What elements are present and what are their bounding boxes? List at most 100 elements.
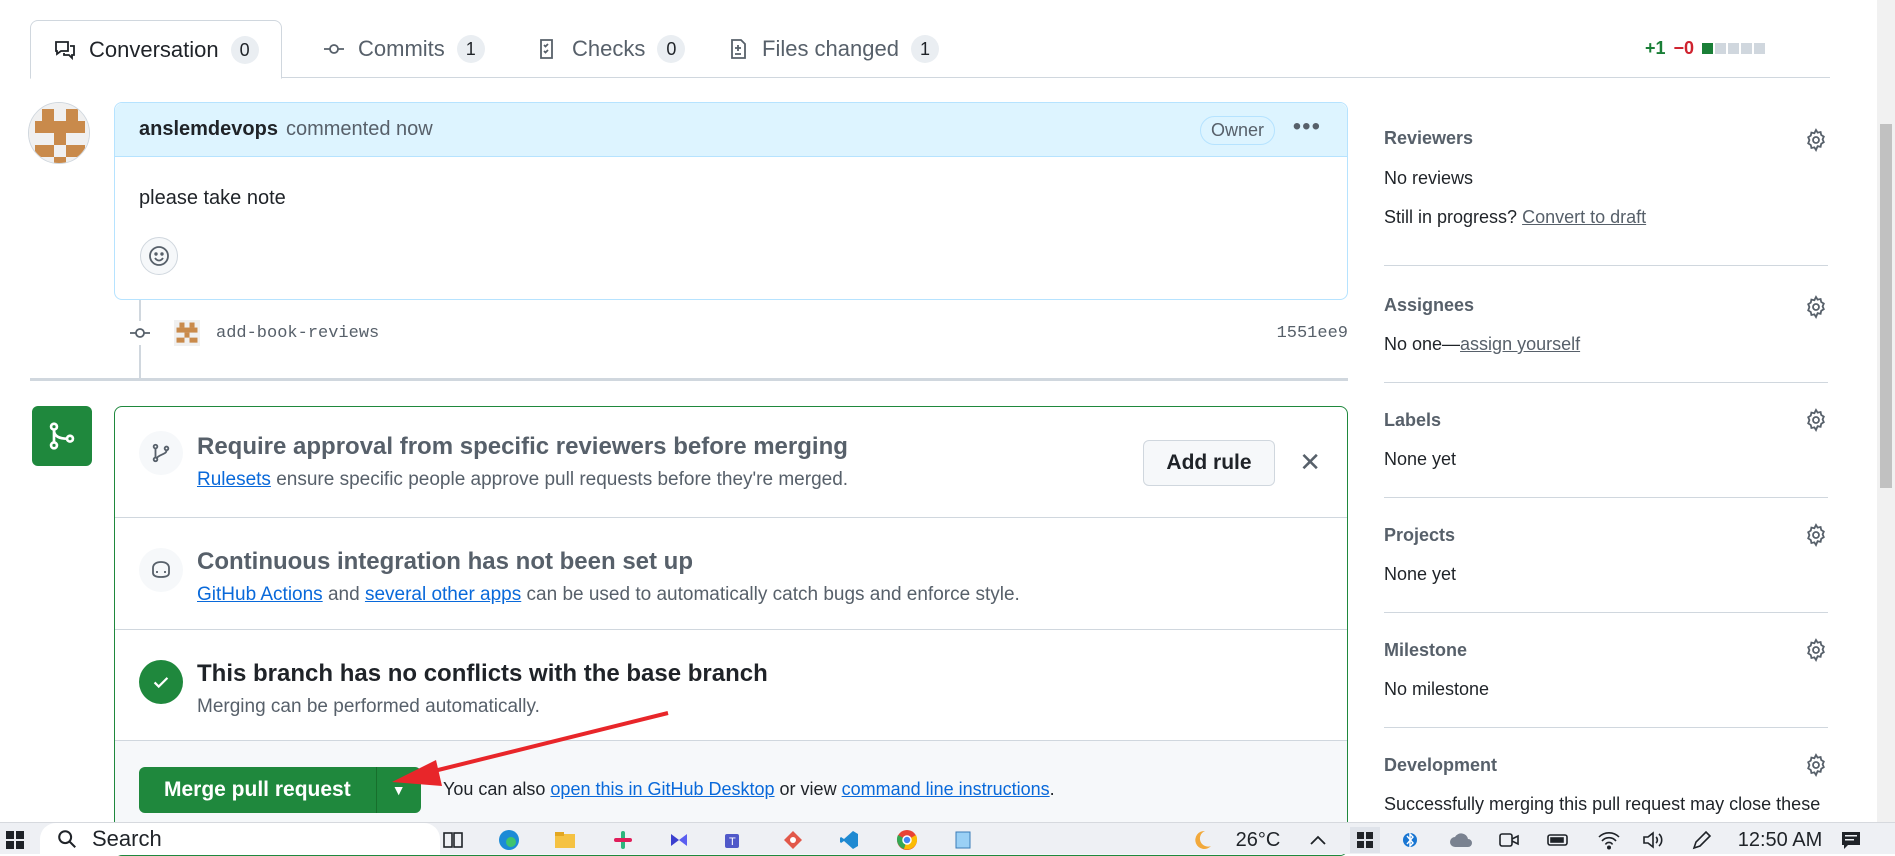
- assignees-text: No one—: [1384, 334, 1461, 354]
- chrome-icon[interactable]: [892, 827, 922, 853]
- merge-note-mid: or view: [774, 779, 842, 799]
- sidebar-reviewers: Reviewers No reviews Still in progress? …: [1384, 120, 1828, 266]
- tab-counter: 1: [456, 35, 485, 63]
- merge-note-pre: You can also: [443, 779, 551, 799]
- comment-time[interactable]: commented now: [286, 118, 433, 141]
- convert-to-draft-link[interactable]: Convert to draft: [1522, 207, 1646, 227]
- tab-files-changed[interactable]: Files changed 1: [704, 20, 961, 78]
- taskbar-clock[interactable]: 12:50 AM: [1730, 827, 1830, 853]
- chevron-up-icon[interactable]: [1306, 827, 1330, 853]
- assign-yourself-link[interactable]: assign yourself: [1460, 334, 1580, 354]
- rulesets-section: Require approval from specific reviewers…: [115, 407, 1347, 518]
- ci-title: Continuous integration has not been set …: [197, 548, 693, 575]
- timeline-divider: [30, 378, 1348, 381]
- search-label: Search: [92, 826, 162, 851]
- comment-header: anslemdevops commented now: [115, 103, 1347, 157]
- tab-label: Commits: [358, 36, 445, 61]
- taskbar-search[interactable]: Search: [40, 823, 440, 855]
- tab-label: Conversation: [89, 36, 219, 62]
- task-view-icon[interactable]: [436, 827, 470, 853]
- vscode-icon[interactable]: [834, 827, 864, 853]
- copilot-icon-wrap: [139, 548, 183, 592]
- reviewers-title: Reviewers: [1384, 128, 1474, 148]
- meet-now-icon[interactable]: [1494, 827, 1524, 853]
- cloud-icon[interactable]: [1446, 827, 1476, 853]
- tab-label: Files changed: [762, 36, 899, 61]
- merge-box: Require approval from specific reviewers…: [114, 406, 1348, 856]
- merge-options-dropdown[interactable]: ▼: [376, 767, 421, 813]
- slack-icon[interactable]: [608, 827, 638, 853]
- weather-temp[interactable]: 26°C: [1228, 827, 1288, 853]
- weather-icon[interactable]: [1180, 827, 1220, 853]
- scrollbar-thumb[interactable]: [1880, 124, 1892, 488]
- windows-start-icon[interactable]: [2, 827, 28, 853]
- git-client-icon[interactable]: [778, 827, 808, 853]
- gear-icon[interactable]: [1804, 523, 1828, 547]
- rulesets-link[interactable]: Rulesets: [197, 469, 271, 490]
- app-icon[interactable]: [664, 827, 694, 853]
- pr-tab-bar: Conversation 0 Commits 1 Checks 0 Files …: [30, 0, 1830, 79]
- notepad-icon[interactable]: [948, 827, 978, 853]
- reviewers-value: No reviews: [1384, 168, 1474, 188]
- pen-icon[interactable]: [1686, 827, 1716, 853]
- gear-icon[interactable]: [1804, 408, 1828, 432]
- draft-prompt-text: Still in progress?: [1384, 207, 1518, 227]
- commit-sha[interactable]: 1551ee9: [1277, 324, 1348, 343]
- comment-body: please take note: [139, 187, 286, 209]
- commit-message[interactable]: add-book-reviews: [216, 324, 379, 343]
- svg-text:T: T: [729, 836, 736, 848]
- branch-icon-wrap: [139, 431, 183, 475]
- comment-discussion-icon: [55, 40, 75, 60]
- page-scrollbar[interactable]: [1877, 0, 1895, 822]
- file-explorer-icon[interactable]: [550, 827, 580, 853]
- gear-icon[interactable]: [1804, 638, 1828, 662]
- windows-taskbar: Search T 26°C 12:50 AM: [0, 822, 1895, 855]
- git-commit-icon: [128, 321, 152, 345]
- edge-icon[interactable]: [494, 827, 524, 853]
- bluetooth-icon[interactable]: [1398, 827, 1422, 853]
- command-line-link[interactable]: command line instructions: [842, 779, 1050, 799]
- conflicts-subtitle: Merging can be performed automatically.: [197, 696, 540, 717]
- diffstat-additions: +1: [1644, 38, 1666, 58]
- widgets-icon[interactable]: [1350, 827, 1380, 853]
- ci-mid-text: and: [322, 584, 365, 605]
- kebab-menu-icon[interactable]: •••: [1293, 113, 1321, 141]
- ci-subtitle: GitHub Actions and several other apps ca…: [197, 584, 1020, 606]
- github-actions-link[interactable]: GitHub Actions: [197, 584, 323, 605]
- identicon-icon: [29, 103, 89, 163]
- projects-value: None yet: [1384, 564, 1457, 584]
- labels-title: Labels: [1384, 410, 1442, 430]
- sidebar-assignees: Assignees No one—assign yourself: [1384, 266, 1828, 383]
- tab-commits[interactable]: Commits 1: [300, 20, 507, 78]
- commit-author-avatar[interactable]: [174, 320, 200, 346]
- gear-icon[interactable]: [1804, 128, 1828, 152]
- close-icon[interactable]: ✕: [1299, 447, 1321, 478]
- merge-pull-request-button[interactable]: Merge pull request: [139, 767, 377, 813]
- rules-subtitle: Rulesets ensure specific people approve …: [197, 469, 848, 491]
- github-desktop-link[interactable]: open this in GitHub Desktop: [550, 779, 774, 799]
- battery-icon[interactable]: [1544, 827, 1574, 853]
- owner-badge: Owner: [1199, 116, 1275, 145]
- git-commit-icon: [324, 44, 344, 54]
- teams-icon[interactable]: T: [720, 827, 750, 853]
- comment-author[interactable]: anslemdevops: [139, 118, 278, 141]
- avatar[interactable]: [28, 102, 90, 164]
- diffstat-deletions: −0: [1673, 38, 1694, 58]
- tab-conversation[interactable]: Conversation 0: [30, 20, 282, 79]
- wifi-icon[interactable]: [1594, 827, 1624, 853]
- conflicts-title: This branch has no conflicts with the ba…: [197, 660, 768, 687]
- sidebar-development: Development Successfully merging this pu…: [1384, 728, 1828, 822]
- add-rule-button[interactable]: Add rule: [1143, 440, 1275, 486]
- gear-icon[interactable]: [1804, 295, 1828, 319]
- other-apps-link[interactable]: several other apps: [365, 584, 521, 605]
- gear-icon[interactable]: [1804, 753, 1828, 777]
- notification-icon[interactable]: [1836, 827, 1866, 853]
- milestone-value: No milestone: [1384, 679, 1490, 699]
- labels-value: None yet: [1384, 449, 1457, 469]
- robot-icon: [152, 561, 170, 578]
- draft-prompt: Still in progress? Convert to draft: [1384, 207, 1646, 228]
- sidebar-milestone: Milestone No milestone: [1384, 613, 1828, 728]
- add-reaction-button[interactable]: [140, 237, 178, 275]
- volume-icon[interactable]: [1638, 827, 1668, 853]
- tab-checks[interactable]: Checks 0: [514, 20, 707, 78]
